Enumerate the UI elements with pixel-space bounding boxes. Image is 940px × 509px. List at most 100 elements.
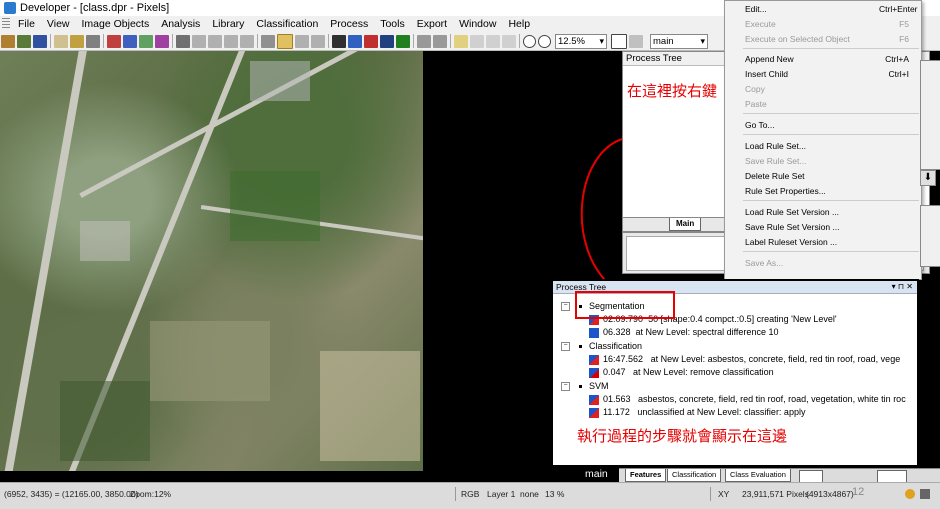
menu-view[interactable]: View (41, 18, 76, 30)
tab-classification[interactable]: Classification (667, 469, 722, 482)
status-coords: (6952, 3435) = (12165.00, 3850.00) (4, 489, 139, 499)
pointer-icon[interactable] (454, 34, 468, 48)
menu-image-objects[interactable]: Image Objects (76, 18, 156, 30)
tab-main[interactable]: Main (669, 218, 702, 231)
list-item[interactable]: 16:47.562 at New Level: asbestos, concre… (589, 353, 900, 365)
sample-icon[interactable] (123, 34, 137, 48)
new-icon[interactable] (54, 34, 68, 48)
menu-classification[interactable]: Classification (250, 18, 324, 30)
status-icon (905, 489, 915, 499)
cursor-move-icon[interactable] (433, 34, 447, 48)
menu-item-insert-child[interactable]: Insert Child Ctrl+I (745, 68, 909, 80)
classification-view-icon[interactable] (364, 34, 378, 48)
menu-item-save-rule-set-version[interactable]: Save Rule Set Version ... (745, 221, 840, 233)
layers-icon[interactable] (86, 34, 100, 48)
samples-view-icon[interactable] (380, 34, 394, 48)
class-icon[interactable] (107, 34, 121, 48)
zoom-out-icon[interactable] (523, 34, 536, 48)
menu-item-append-new[interactable]: Append New Ctrl+A (745, 53, 909, 65)
status-layer: Layer 1 (487, 489, 516, 499)
group-svm[interactable]: SVM (589, 380, 609, 392)
menu-item-execute-selected[interactable]: Execute on Selected Object F6 (745, 33, 909, 45)
folder-icon[interactable] (70, 34, 84, 48)
context-menu: Edit... Ctrl+Enter Execute F5 Execute on S… (724, 0, 922, 280)
feature-icon[interactable] (139, 34, 153, 48)
status-mode: RGB (461, 489, 480, 499)
open-workspace-icon[interactable] (17, 34, 31, 48)
menu-analysis[interactable]: Analysis (155, 18, 206, 30)
collapse-toggle[interactable]: − (561, 382, 570, 391)
status-size: (4913x4867) (806, 489, 854, 499)
panel-controls-icon[interactable]: ▾ ⊓ ✕ (892, 281, 913, 293)
list-item[interactable]: 06.328 at New Level: spectral difference… (589, 326, 778, 338)
status-none: none (520, 489, 539, 499)
layer-mix-icon[interactable] (332, 34, 346, 48)
menu-item-rule-set-properties[interactable]: Rule Set Properties... (745, 185, 826, 197)
bottom-tabs: Features Classification Class Evaluation (619, 468, 940, 483)
object-view-icon[interactable] (311, 34, 325, 48)
remove-icon (589, 367, 599, 378)
menu-item-label-ruleset-version[interactable]: Label Ruleset Version ... (745, 236, 837, 248)
menu-file[interactable]: File (12, 18, 41, 30)
sync-view-icon[interactable] (224, 34, 238, 48)
menu-item-load-rule-set[interactable]: Load Rule Set... (745, 140, 806, 152)
image-icon[interactable] (629, 34, 643, 48)
side-panel (920, 60, 940, 170)
tab-features[interactable]: Features (625, 469, 667, 482)
app-icon (4, 2, 16, 14)
image-view[interactable] (0, 51, 423, 471)
menu-item-delete-rule-set[interactable]: Delete Rule Set (745, 170, 805, 182)
menu-tools[interactable]: Tools (374, 18, 411, 30)
menu-export[interactable]: Export (411, 18, 453, 30)
open-project-icon[interactable] (1, 34, 15, 48)
outline-icon[interactable] (277, 33, 293, 49)
status-xy: XY (718, 489, 730, 499)
tool-icon[interactable] (176, 34, 190, 48)
list-item[interactable]: 01.563 asbestos, concrete, field, red ti… (589, 393, 906, 405)
status-icon (920, 489, 930, 499)
zoom-fit-icon[interactable] (502, 34, 516, 48)
tab-class-evaluation[interactable]: Class Evaluation (725, 469, 791, 482)
grid-view-icon[interactable] (192, 34, 206, 48)
split-view-icon[interactable] (208, 34, 222, 48)
pan-icon[interactable] (470, 34, 484, 48)
level-label: main (585, 468, 608, 480)
menu-item-load-rule-set-version[interactable]: Load Rule Set Version ... (745, 206, 839, 218)
pixel-view-icon[interactable] (295, 34, 309, 48)
list-item[interactable]: 11.172 unclassified at New Level: classi… (589, 406, 805, 418)
polygon-icon[interactable] (396, 34, 410, 48)
diamond-icon[interactable] (417, 34, 431, 48)
process-icon (589, 407, 599, 418)
edit-icon[interactable] (611, 33, 627, 49)
menu-help[interactable]: Help (502, 18, 536, 30)
group-classification[interactable]: Classification (589, 340, 642, 352)
save-icon[interactable] (33, 34, 47, 48)
menu-item-edit[interactable]: Edit... Ctrl+Enter (745, 3, 918, 15)
highlight-box (575, 291, 675, 319)
menu-item-execute[interactable]: Execute F5 (745, 18, 909, 30)
color-icon[interactable] (348, 34, 362, 48)
zoom-combo[interactable]: 12.5% (555, 33, 607, 49)
link-view-icon[interactable] (240, 34, 254, 48)
annotation-right-click: 在這裡按右鍵 (627, 83, 718, 100)
menu-library[interactable]: Library (206, 18, 250, 30)
menu-window[interactable]: Window (453, 18, 502, 30)
arrow-down-icon[interactable]: ⬇ (920, 170, 936, 186)
zoom-in-icon[interactable] (538, 34, 551, 48)
menu-item-paste[interactable]: Paste (745, 98, 767, 110)
pointer-view-icon[interactable] (261, 34, 275, 48)
list-item[interactable]: 0.047 at New Level: remove classificatio… (589, 366, 774, 378)
collapse-toggle[interactable]: − (561, 302, 570, 311)
zoom-area-icon[interactable] (486, 34, 500, 48)
menu-item-go-to[interactable]: Go To... (745, 119, 775, 131)
collapse-toggle[interactable]: − (561, 342, 570, 351)
status-pixels: 23,911,571 Pixels (742, 489, 809, 499)
status-zoom: Zoom:12% (130, 489, 172, 499)
menu-process[interactable]: Process (324, 18, 374, 30)
process-icon[interactable] (155, 34, 169, 48)
level-combo[interactable]: main (650, 33, 708, 49)
menu-item-save-rule-set[interactable]: Save Rule Set... (745, 155, 806, 167)
menu-item-save-as[interactable]: Save As... (745, 257, 783, 269)
menu-item-copy[interactable]: Copy (745, 83, 765, 95)
status-bar: (6952, 3435) = (12165.00, 3850.00) Zoom:… (0, 482, 940, 509)
